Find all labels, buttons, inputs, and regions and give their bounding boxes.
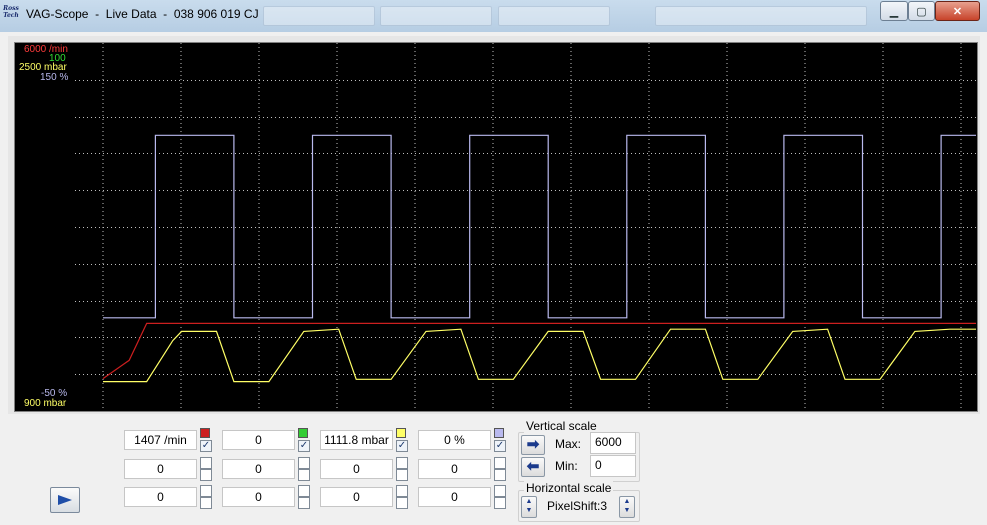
channel-enable-checkbox[interactable] xyxy=(200,497,212,509)
start-button[interactable] xyxy=(50,487,80,513)
rpm-trace xyxy=(102,322,976,380)
channel-value-field[interactable]: 0 xyxy=(418,487,491,507)
up-down-spin-icon: ▲ ▼ xyxy=(623,498,631,514)
horizontal-scale-title: Horizontal scale xyxy=(524,481,614,495)
ross-tech-logo: Ross Tech xyxy=(3,5,19,19)
background-window-ghost xyxy=(380,6,492,26)
minimize-icon: ▁ xyxy=(889,5,899,18)
channel-color-swatch[interactable] xyxy=(494,428,504,438)
scope-plot: 6000 /min 100 2500 mbar 150 % -50 % 900 … xyxy=(14,42,978,412)
channel-color-swatch[interactable] xyxy=(298,428,308,438)
right-arrow-icon: ➡ xyxy=(526,436,540,453)
channel-value-field[interactable]: 0 % xyxy=(418,430,491,450)
channel-enable-checkbox[interactable] xyxy=(298,469,310,481)
channel-value-field[interactable]: 0 xyxy=(320,487,393,507)
channel-enable-checkbox[interactable]: ✓ xyxy=(396,440,408,452)
horizontal-scale-spin-right[interactable]: ▲ ▼ xyxy=(619,496,635,518)
channel-value-field[interactable]: 0 xyxy=(124,459,197,479)
channel-value-field[interactable]: 1407 /min xyxy=(124,430,197,450)
maximize-icon: ▢ xyxy=(916,5,927,18)
channel-value-field[interactable]: 0 xyxy=(222,430,295,450)
channel-value-field[interactable]: 0 xyxy=(124,487,197,507)
channel-option-checkbox[interactable] xyxy=(298,485,310,497)
duty-cycle-trace xyxy=(103,134,976,319)
channel-enable-checkbox[interactable]: ✓ xyxy=(298,440,310,452)
channel-option-checkbox[interactable] xyxy=(494,457,506,469)
channel-enable-checkbox[interactable] xyxy=(396,469,408,481)
scope-chart xyxy=(75,43,977,411)
channel-value-field[interactable]: 1111.8 mbar xyxy=(320,430,393,450)
scale-down-button[interactable]: ⬅ xyxy=(521,457,545,477)
scale-up-button[interactable]: ➡ xyxy=(521,435,545,455)
horizontal-scale-spin-left[interactable]: ▲ ▼ xyxy=(521,496,537,518)
channel-option-checkbox[interactable] xyxy=(396,457,408,469)
channel-enable-checkbox[interactable]: ✓ xyxy=(200,440,212,452)
channel-value-field[interactable]: 0 xyxy=(418,459,491,479)
maximize-button[interactable]: ▢ xyxy=(908,1,935,21)
channel-option-checkbox[interactable] xyxy=(200,457,212,469)
channel-option-checkbox[interactable] xyxy=(396,485,408,497)
ch3-min-label: 900 mbar xyxy=(24,398,67,409)
channel-enable-checkbox[interactable] xyxy=(494,469,506,481)
close-icon: ✕ xyxy=(952,5,963,18)
channel-enable-checkbox[interactable]: ✓ xyxy=(494,440,506,452)
minimize-button[interactable]: ▁ xyxy=(880,1,908,21)
channel-enable-checkbox[interactable] xyxy=(200,469,212,481)
window-title: VAG-Scope - Live Data - 038 906 019 CJ xyxy=(26,7,259,21)
background-window-ghost xyxy=(263,6,375,26)
close-button[interactable]: ✕ xyxy=(935,1,980,21)
play-icon xyxy=(58,495,72,505)
channel-enable-checkbox[interactable] xyxy=(494,497,506,509)
min-input[interactable]: 0 xyxy=(590,455,636,477)
vertical-scale-title: Vertical scale xyxy=(524,419,599,433)
channel-color-swatch[interactable] xyxy=(200,428,210,438)
channel-enable-checkbox[interactable] xyxy=(298,497,310,509)
ch4-max-label: 150 % xyxy=(40,72,69,83)
channel-value-field[interactable]: 0 xyxy=(222,459,295,479)
background-window-ghost xyxy=(498,6,610,26)
channel-value-field[interactable]: 0 xyxy=(320,459,393,479)
channel-color-swatch[interactable] xyxy=(396,428,406,438)
channel-enable-checkbox[interactable] xyxy=(396,497,408,509)
left-arrow-icon: ⬅ xyxy=(526,458,540,475)
channel-value-field[interactable]: 0 xyxy=(222,487,295,507)
max-input[interactable]: 6000 xyxy=(590,432,636,454)
min-label: Min: xyxy=(555,459,578,473)
channel-option-checkbox[interactable] xyxy=(200,485,212,497)
background-window-ghost xyxy=(655,6,867,26)
channel-option-checkbox[interactable] xyxy=(494,485,506,497)
title-bar: Ross Tech VAG-Scope - Live Data - 038 906… xyxy=(0,0,987,32)
pixel-shift-value: PixelShift:3 xyxy=(547,499,608,513)
max-label: Max: xyxy=(555,437,582,451)
up-down-spin-icon: ▲ ▼ xyxy=(525,498,533,514)
channel-option-checkbox[interactable] xyxy=(298,457,310,469)
